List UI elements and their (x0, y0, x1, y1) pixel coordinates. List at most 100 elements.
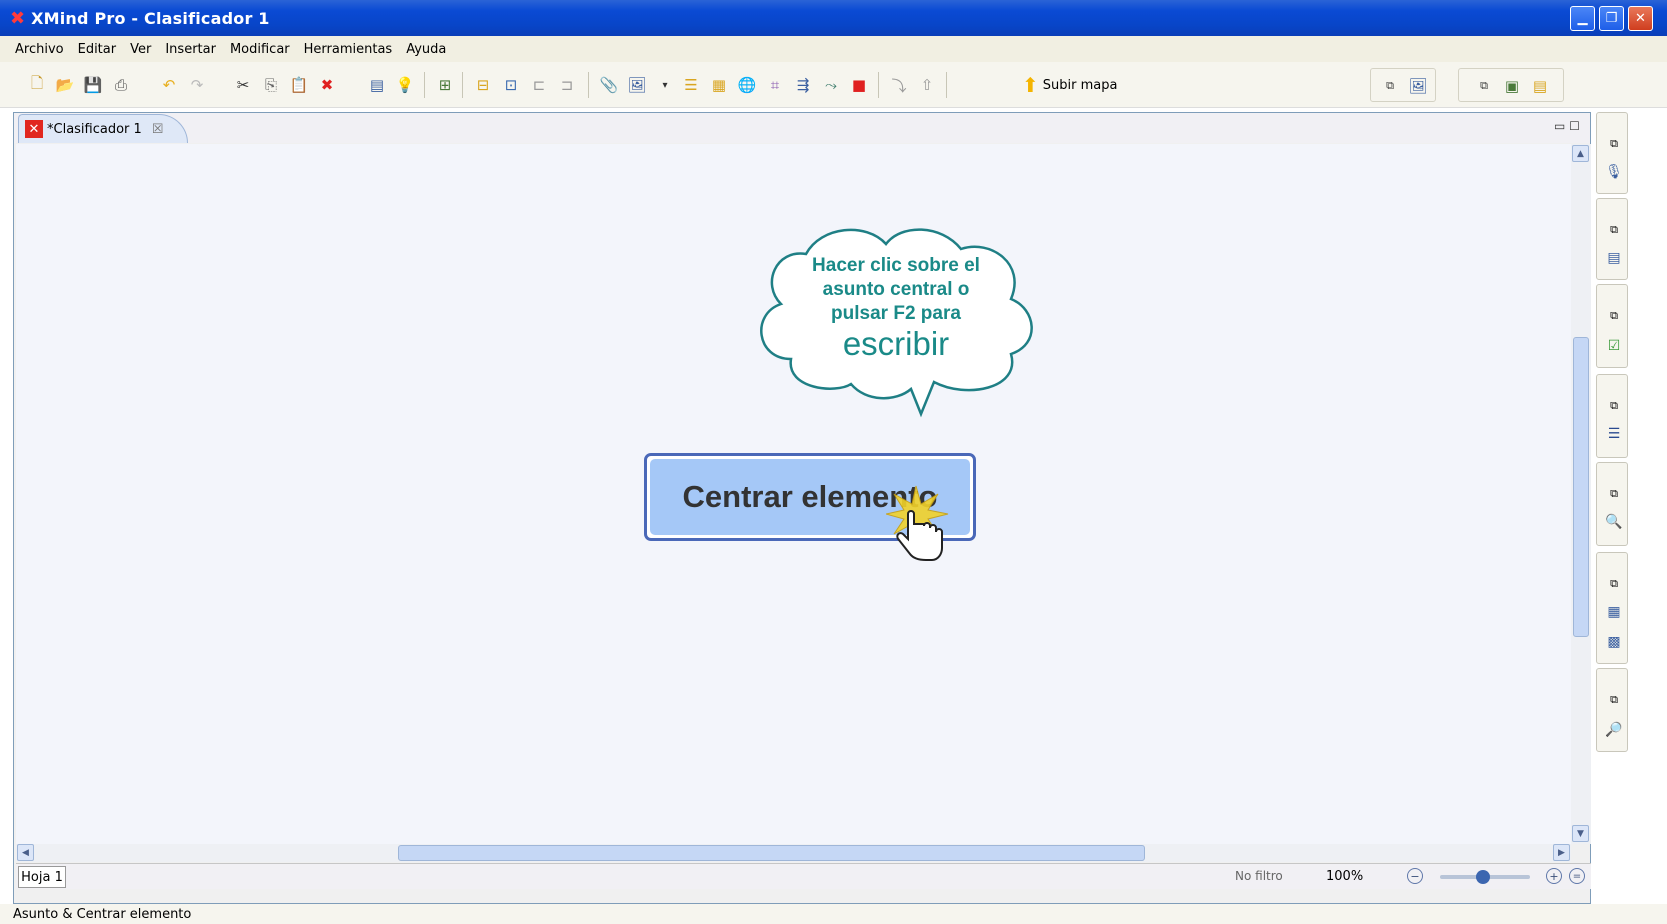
callout-text: Hacer clic sobre el asunto central o pul… (786, 254, 1006, 362)
delete-icon[interactable]: ✖ (316, 74, 338, 96)
zoom-fit-icon[interactable]: = (1569, 868, 1585, 884)
image-icon[interactable]: 🖼 (626, 74, 648, 96)
paste-icon[interactable]: 📋 (288, 74, 310, 96)
add-floating-icon[interactable]: ⊐ (556, 74, 578, 96)
lightbulb-icon[interactable]: 💡 (394, 74, 416, 96)
audio-notes-icon[interactable]: 🎙 (1605, 163, 1623, 181)
callout-big-word: escribir (842, 325, 950, 362)
side-panel: ⧉ 🎙 ⧉ ▤ ⧉ ☑ ⧉ ☰ ⧉ 🔍 ⧉ ▦ ▩ ⧉ 🔎 (1596, 112, 1628, 792)
zoom-slider-thumb[interactable] (1476, 870, 1490, 884)
horizontal-scroll-thumb[interactable] (398, 845, 1145, 861)
subir-mapa-button[interactable]: ⬆ Subir mapa (1022, 73, 1117, 97)
add-topic-icon[interactable]: ⊟ (472, 74, 494, 96)
minimize-view-icon[interactable]: ▭ (1554, 119, 1565, 133)
sheet-tab[interactable]: Hoja 1 (18, 866, 66, 888)
restore-view-icon[interactable]: ⧉ (1473, 75, 1495, 97)
cut-icon[interactable]: ✂ (232, 74, 254, 96)
status-bar: Asunto & Centrar elemento (0, 904, 1667, 924)
label-icon[interactable]: ☰ (680, 74, 702, 96)
title-bar: ✖ XMind Pro - Clasificador 1 ▁ ❐ ✕ (0, 0, 1667, 36)
xmind-x-icon: ✖ (10, 7, 26, 29)
task-checkbox-icon[interactable]: ☑ (1605, 337, 1623, 355)
zoom-level[interactable]: 100% (1326, 869, 1363, 884)
status-text: Asunto & Centrar elemento (13, 907, 192, 922)
toolbar-separator (878, 72, 879, 98)
filter-status[interactable]: No filtro (1235, 869, 1283, 883)
spreadsheet-icon[interactable]: ▩ (1605, 633, 1623, 651)
restore-view-icon[interactable]: ⧉ (1605, 221, 1623, 239)
outline-view-icon[interactable]: ▣ (1501, 75, 1523, 97)
scroll-right-icon[interactable]: ▶ (1553, 844, 1570, 861)
restore-view-icon[interactable]: ⧉ (1379, 75, 1401, 97)
up-arrow-icon: ⬆ (1022, 73, 1039, 97)
restore-view-icon[interactable]: ⧉ (1605, 691, 1623, 709)
menu-herramientas[interactable]: Herramientas (297, 42, 400, 57)
menu-ver[interactable]: Ver (123, 42, 158, 57)
vertical-scrollbar[interactable]: ▲ ▼ (1571, 144, 1591, 844)
save-icon[interactable]: 💾 (82, 74, 104, 96)
toolbar-separator (946, 72, 947, 98)
image-view-icon[interactable]: 🖼 (1407, 75, 1429, 97)
side-group-1: ⧉ 🎙 (1596, 112, 1628, 194)
relationship-icon[interactable]: ⤳ (820, 74, 842, 96)
presentation-view-icon[interactable]: ▤ (1605, 249, 1623, 267)
boundary-icon[interactable]: ⌗ (764, 74, 786, 96)
scroll-down-icon[interactable]: ▼ (1572, 825, 1589, 842)
callout-line-3: pulsar F2 para (831, 303, 961, 324)
restore-button[interactable]: ❐ (1599, 6, 1624, 31)
gantt-icon[interactable]: ☰ (1605, 425, 1623, 443)
hand-cursor-icon (886, 485, 949, 561)
search-zoom-icon[interactable]: 🔍 (1605, 513, 1623, 531)
callout-line-1: Hacer clic sobre el (812, 255, 980, 276)
toolbar-group-right-2: ⧉ ▣ ▤ (1458, 68, 1564, 102)
add-parent-icon[interactable]: ⊏ (528, 74, 550, 96)
side-group-5: ⧉ 🔍 (1596, 462, 1628, 546)
notes-view-icon[interactable]: ▤ (1529, 75, 1551, 97)
add-subtopic-icon[interactable]: ⊡ (500, 74, 522, 96)
summary-icon[interactable]: ⇶ (792, 74, 814, 96)
tab-close-icon[interactable]: ☒ (152, 122, 164, 137)
window-title: XMind Pro - Clasificador 1 (31, 8, 270, 28)
stop-icon[interactable]: ■ (848, 74, 870, 96)
horizontal-scrollbar[interactable]: ◀ ▶ (16, 844, 1571, 862)
print-icon[interactable]: ⎙ (110, 74, 132, 96)
minimize-button[interactable]: ▁ (1570, 6, 1595, 31)
zoom-out-icon[interactable]: − (1407, 868, 1423, 884)
copy-icon[interactable]: ⎘ (260, 74, 282, 96)
side-group-6: ⧉ ▦ ▩ (1596, 552, 1628, 664)
restore-view-icon[interactable]: ⧉ (1605, 135, 1623, 153)
menu-modificar[interactable]: Modificar (223, 42, 297, 57)
redo-icon[interactable]: ↷ (186, 74, 208, 96)
scroll-left-icon[interactable]: ◀ (17, 844, 34, 861)
scroll-up-icon[interactable]: ▲ (1572, 145, 1589, 162)
restore-view-icon[interactable]: ⧉ (1605, 397, 1623, 415)
menu-archivo[interactable]: Archivo (8, 42, 71, 57)
side-group-7: ⧉ 🔎 (1596, 668, 1628, 752)
menu-insertar[interactable]: Insertar (158, 42, 223, 57)
brainstorm-icon[interactable]: ⊞ (434, 74, 456, 96)
menu-ayuda[interactable]: Ayuda (399, 42, 453, 57)
undo-icon[interactable]: ↶ (158, 74, 180, 96)
hyperlink-globe-icon[interactable]: 🌐 (736, 74, 758, 96)
tab-clasificador[interactable]: ✕ *Clasificador 1 ☒ (18, 114, 188, 143)
close-button[interactable]: ✕ (1628, 6, 1653, 31)
notes-icon[interactable]: ▦ (708, 74, 730, 96)
zoom-in-icon[interactable]: + (1546, 868, 1562, 884)
presentation-icon[interactable]: ▤ (366, 74, 388, 96)
drill-down-icon[interactable]: ⤵ (888, 74, 910, 96)
restore-view-icon[interactable]: ⧉ (1605, 575, 1623, 593)
mind-map-canvas[interactable]: Hacer clic sobre el asunto central o pul… (16, 144, 1571, 844)
maximize-view-icon[interactable]: ☐ (1569, 119, 1580, 133)
new-file-icon[interactable]: 🗋 (26, 74, 48, 96)
find-icon[interactable]: 🔎 (1605, 721, 1623, 739)
restore-view-icon[interactable]: ⧉ (1605, 307, 1623, 325)
open-folder-icon[interactable]: 📂 (54, 74, 76, 96)
restore-view-icon[interactable]: ⧉ (1605, 485, 1623, 503)
callout-line-2: asunto central o (822, 279, 970, 300)
table-view-icon[interactable]: ▦ (1605, 603, 1623, 621)
drill-up-icon[interactable]: ⇧ (916, 74, 938, 96)
menu-editar[interactable]: Editar (71, 42, 124, 57)
attachment-icon[interactable]: 📎 (598, 74, 620, 96)
vertical-scroll-thumb[interactable] (1573, 337, 1589, 637)
dropdown-arrow-icon[interactable]: ▾ (654, 74, 676, 96)
